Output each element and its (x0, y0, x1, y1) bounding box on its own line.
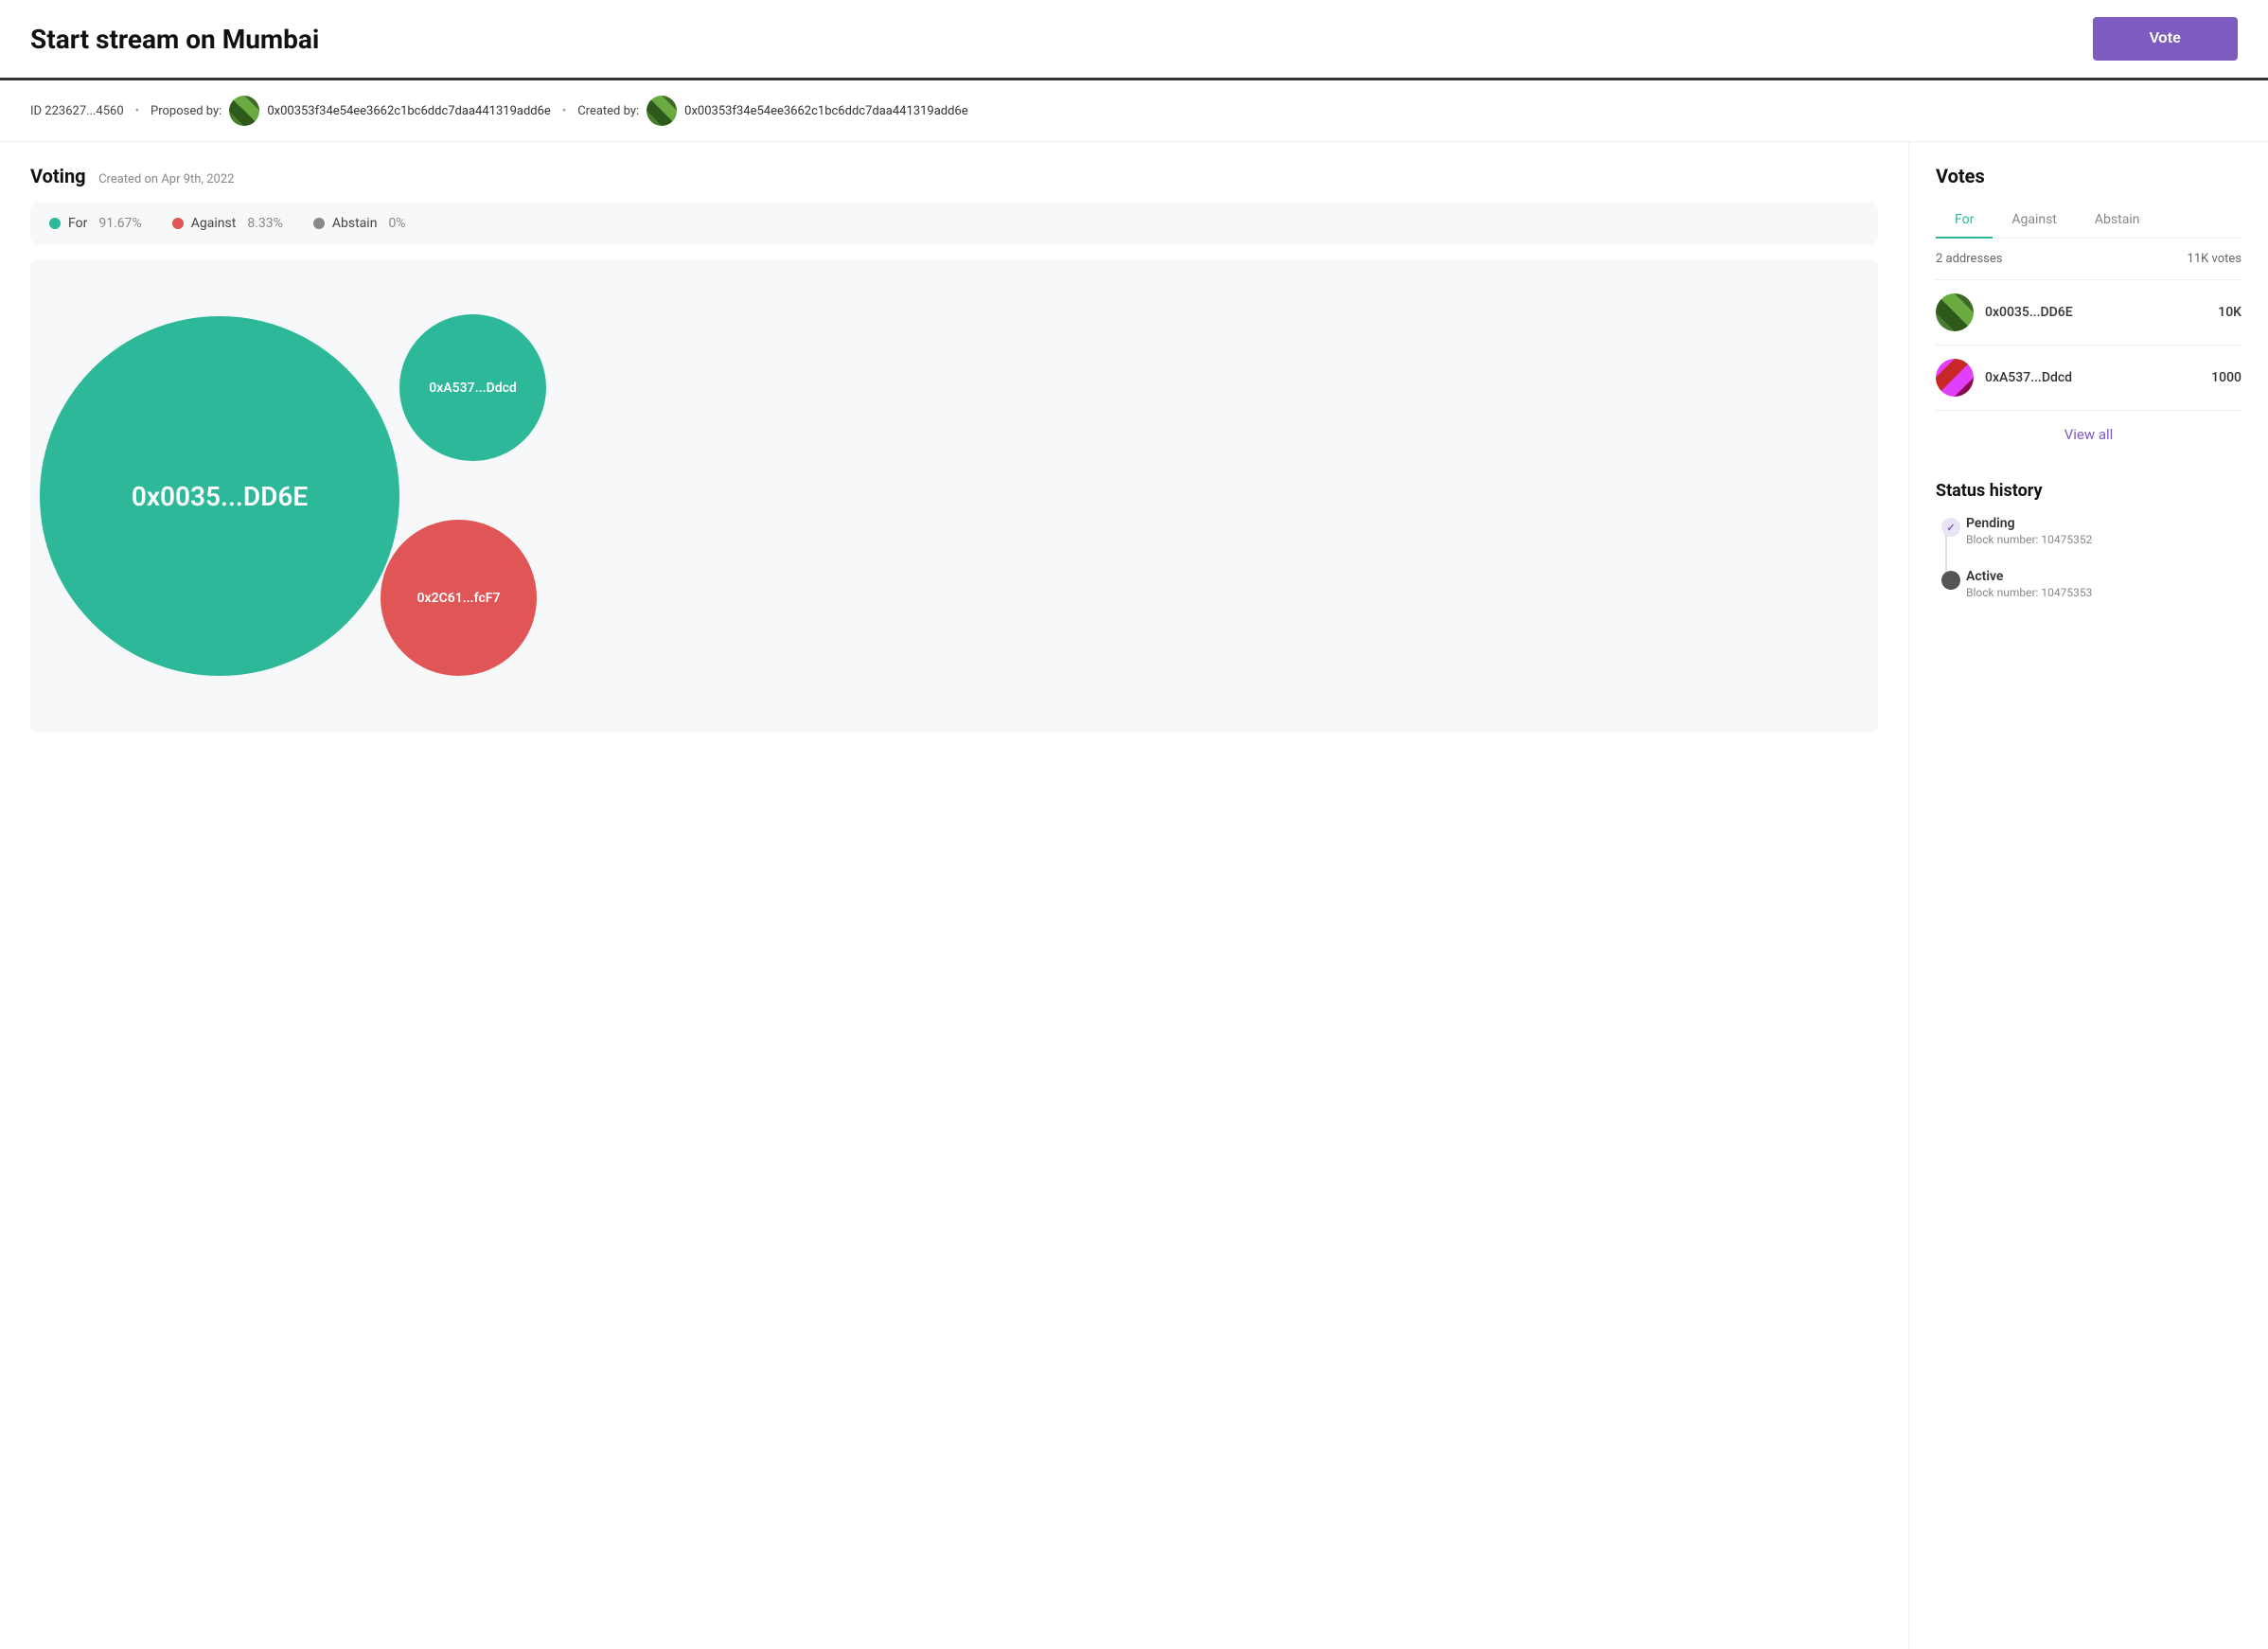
view-all-link[interactable]: View all (2064, 426, 2114, 443)
against-pct: 8.33% (247, 216, 283, 231)
abstain-dot (313, 218, 325, 229)
for-label: For (68, 216, 87, 231)
timeline-dot-active (1941, 571, 1960, 590)
dot-separator-2: • (562, 104, 566, 118)
timeline-item-active: Active Block number: 10475353 (1966, 569, 2241, 599)
votes-title: Votes (1936, 165, 2241, 187)
proposer-avatar-image (229, 96, 259, 126)
bubble-chart: 0x0035...DD6E 0xA537...Ddcd 0x2C61...fcF… (30, 259, 1878, 733)
bubble-against: 0x2C61...fcF7 (381, 520, 537, 676)
abstain-label: Abstain (332, 216, 378, 231)
voter-address-2: 0xA537...Ddcd (1985, 370, 2072, 385)
voting-created-label: Created on Apr 9th, 2022 (98, 172, 234, 186)
voting-legend: For 91.67% Against 8.33% Abstain 0% (30, 203, 1878, 244)
voter-avatar-2 (1936, 359, 1974, 397)
right-panel: Votes For Against Abstain 2 addresses 11… (1908, 142, 2268, 1649)
left-panel: Voting Created on Apr 9th, 2022 For 91.6… (0, 142, 1908, 1649)
abstain-pct: 0% (388, 216, 405, 231)
meta-bar: ID 223627...4560 • Proposed by: 0x00353f… (0, 80, 2268, 142)
vote-button[interactable]: Vote (2093, 17, 2238, 61)
proposed-by-label: Proposed by: (151, 104, 221, 118)
total-votes: 11K votes (2188, 252, 2241, 266)
page-header: Start stream on Mumbai Vote (0, 0, 2268, 80)
creator-avatar (647, 96, 677, 126)
votes-tabs: For Against Abstain (1936, 203, 2241, 239)
voting-header: Voting Created on Apr 9th, 2022 (30, 165, 1878, 187)
created-by-label: Created by: (577, 104, 639, 118)
voting-section-title: Voting (30, 165, 86, 187)
voter-left-2: 0xA537...Ddcd (1936, 359, 2072, 397)
voter-row-2: 0xA537...Ddcd 1000 (1936, 346, 2241, 411)
proposer-address: 0x00353f34e54ee3662c1bc6ddc7daa441319add… (267, 104, 550, 118)
addresses-count: 2 addresses (1936, 252, 2002, 266)
bubble-for-small: 0xA537...Ddcd (399, 314, 546, 461)
tab-for[interactable]: For (1936, 203, 1993, 239)
dot-separator-1: • (135, 104, 139, 118)
against-label: Against (191, 216, 237, 231)
timeline-sub-active: Block number: 10475353 (1966, 586, 2241, 599)
votes-summary: 2 addresses 11K votes (1936, 239, 2241, 280)
timeline-dot-pending: ✓ (1941, 518, 1960, 537)
creator-address: 0x00353f34e54ee3662c1bc6ddc7daa441319add… (684, 104, 967, 118)
votes-section: Votes For Against Abstain 2 addresses 11… (1936, 165, 2241, 458)
tab-against[interactable]: Against (1993, 203, 2076, 239)
timeline-item-pending: ✓ Pending Block number: 10475352 (1966, 516, 2241, 546)
voter-avatar-image-1 (1936, 293, 1974, 331)
legend-for: For 91.67% (49, 216, 142, 231)
main-layout: Voting Created on Apr 9th, 2022 For 91.6… (0, 142, 2268, 1649)
checkmark-icon: ✓ (1946, 522, 1955, 534)
page-title: Start stream on Mumbai (30, 24, 319, 55)
proposer-avatar (229, 96, 259, 126)
legend-abstain: Abstain 0% (313, 216, 406, 231)
view-all-row: View all (1936, 411, 2241, 458)
legend-against: Against 8.33% (172, 216, 283, 231)
status-history-title: Status history (1936, 481, 2241, 501)
bubble-for-large: 0x0035...DD6E (40, 316, 399, 676)
voter-avatar-image-2 (1936, 359, 1974, 397)
voter-left-1: 0x0035...DD6E (1936, 293, 2073, 331)
against-dot (172, 218, 184, 229)
for-pct: 91.67% (98, 216, 141, 231)
voter-avatar-1 (1936, 293, 1974, 331)
timeline-label-pending: Pending (1966, 516, 2241, 531)
voter-address-1: 0x0035...DD6E (1985, 305, 2073, 320)
tab-abstain[interactable]: Abstain (2076, 203, 2159, 239)
for-dot (49, 218, 61, 229)
timeline-label-active: Active (1966, 569, 2241, 584)
timeline-sub-pending: Block number: 10475352 (1966, 533, 2241, 546)
voter-row-1: 0x0035...DD6E 10K (1936, 280, 2241, 346)
status-history-section: Status history ✓ Pending Block number: 1… (1936, 481, 2241, 599)
voter-votes-1: 10K (2218, 305, 2241, 320)
timeline: ✓ Pending Block number: 10475352 Active … (1936, 516, 2241, 599)
voter-votes-2: 1000 (2211, 370, 2241, 385)
creator-avatar-image (647, 96, 677, 126)
proposal-id: ID 223627...4560 (30, 104, 124, 118)
